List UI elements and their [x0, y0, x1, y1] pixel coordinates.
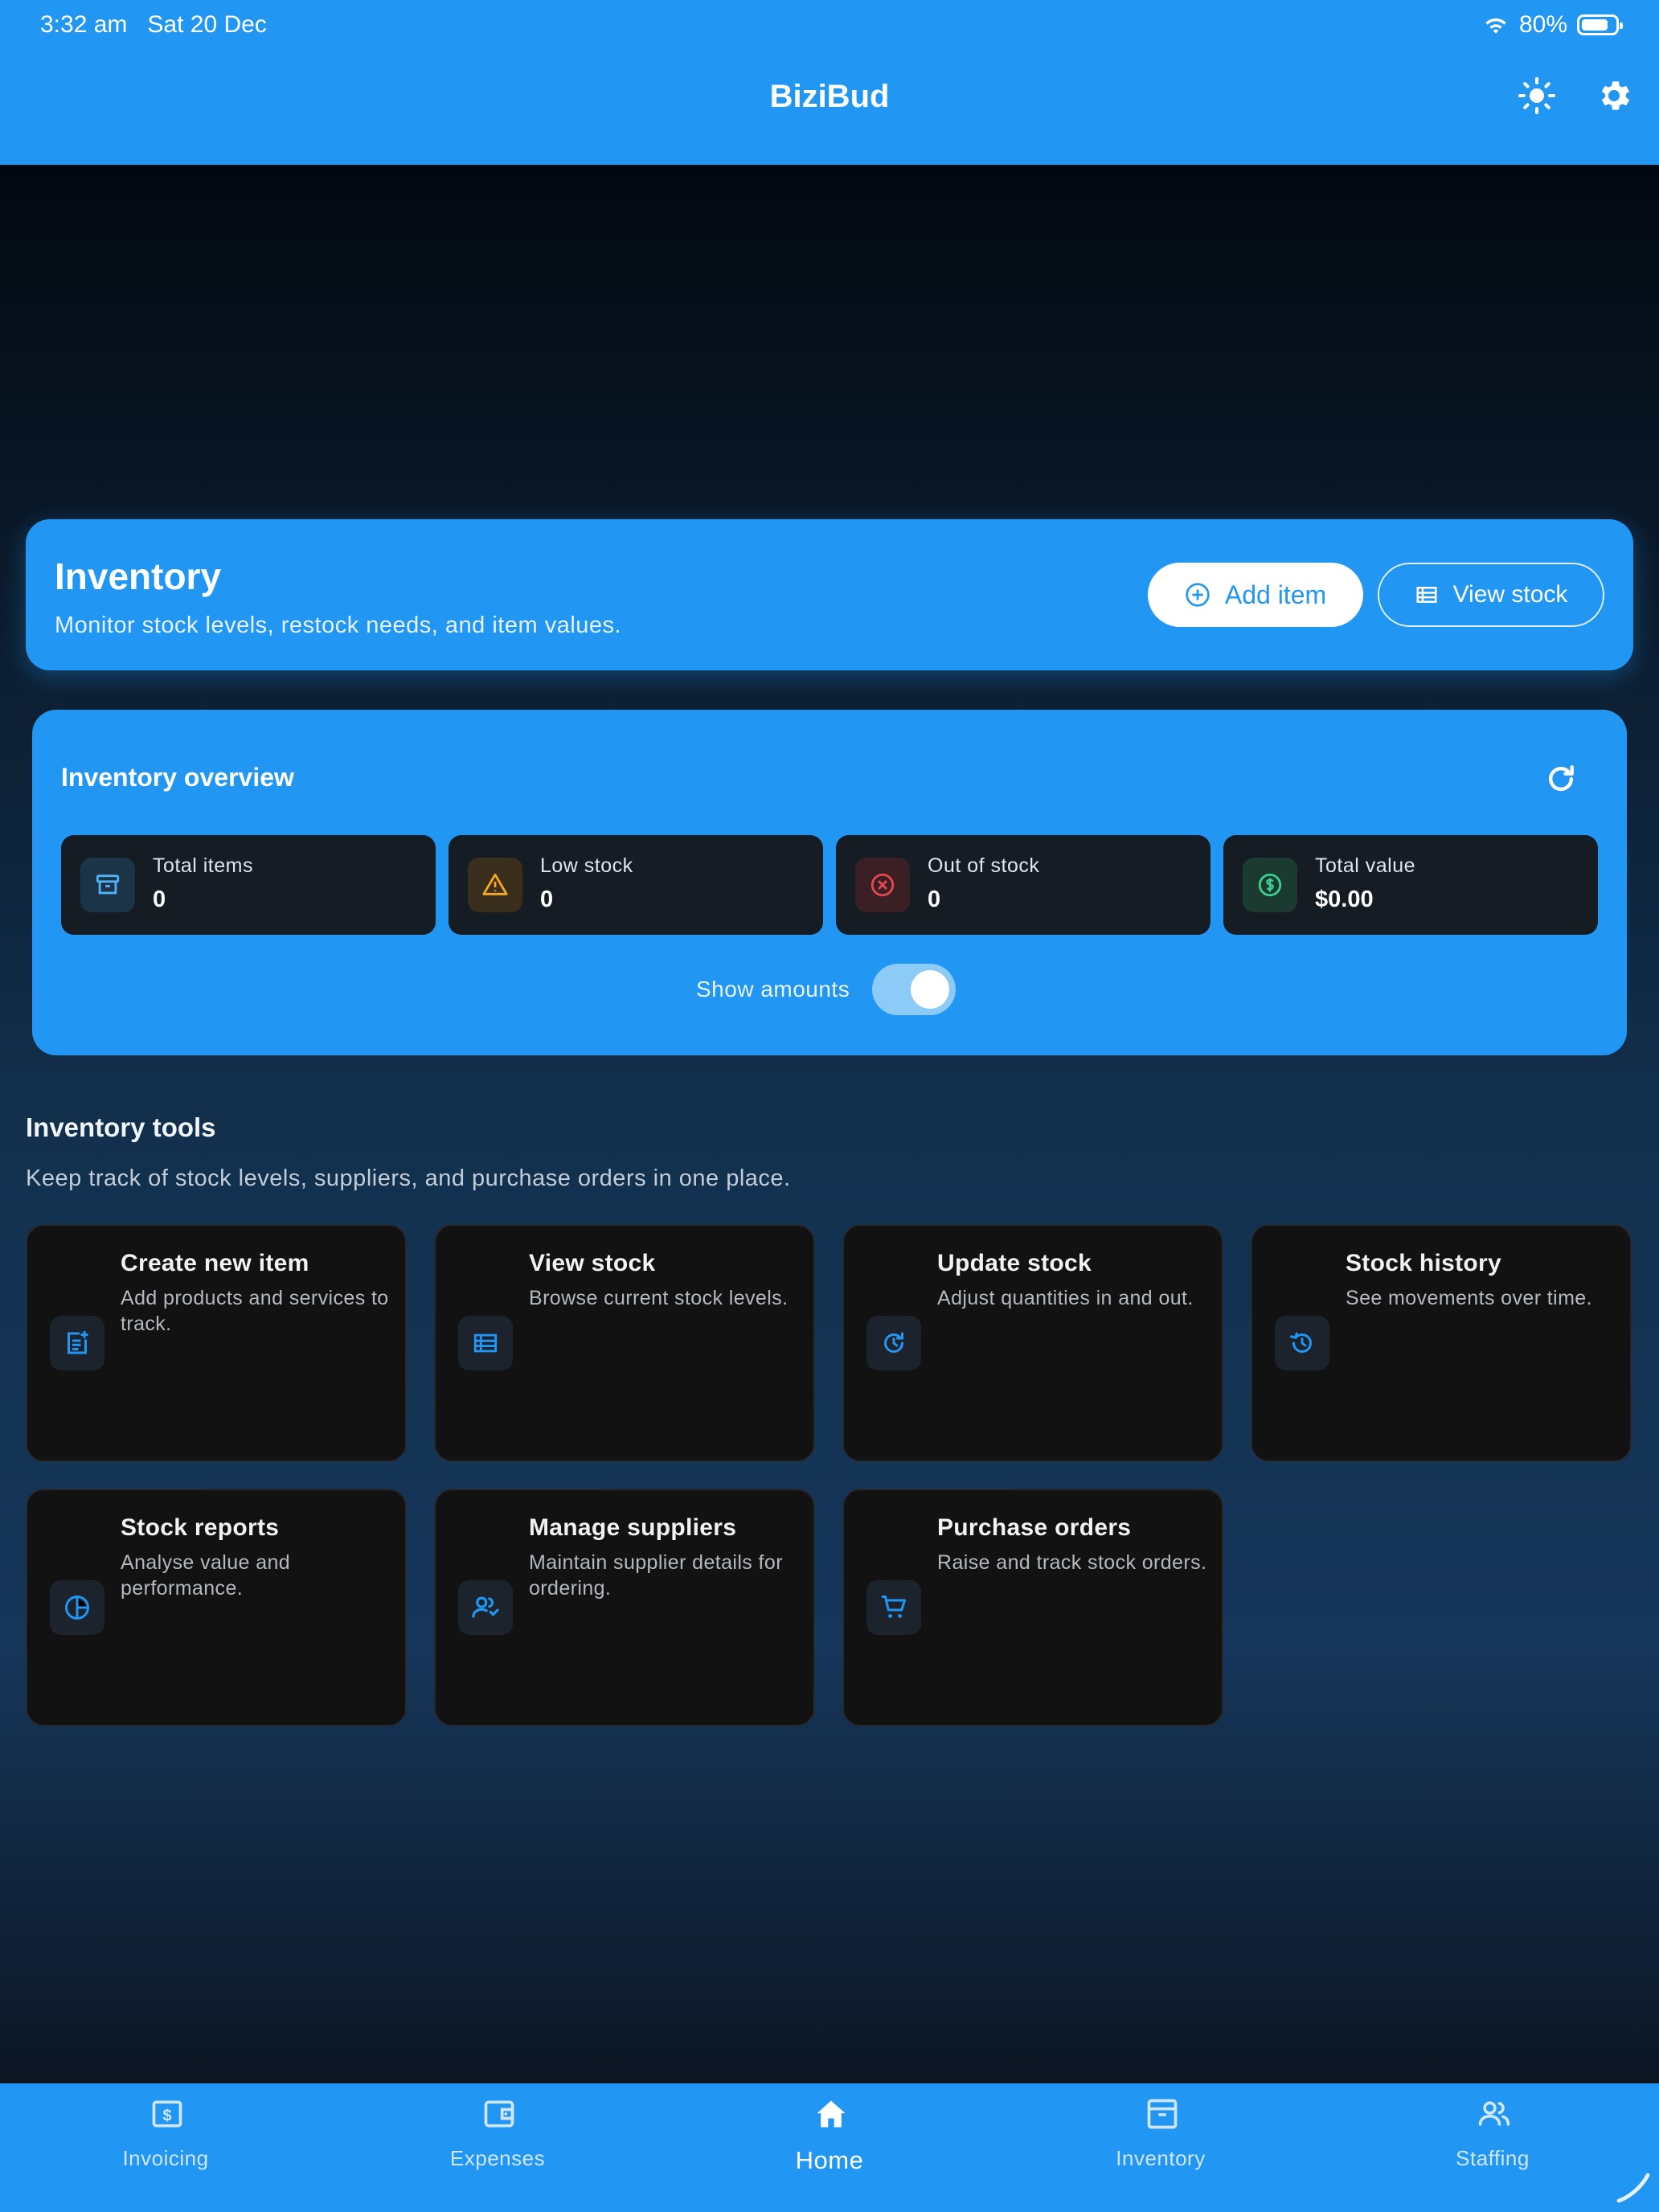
inventory-overview-card: Inventory overview Total items 0 Low sto… [32, 710, 1627, 1055]
page-title: Inventory [55, 555, 222, 597]
stat-total-items: Total items 0 [61, 835, 436, 935]
tool-desc: Browse current stock levels. [529, 1287, 789, 1309]
list-table-icon [1416, 587, 1437, 603]
stat-value: 0 [928, 887, 941, 912]
page-subtitle: Monitor stock levels, restock needs, and… [55, 612, 622, 638]
tool-stock-history[interactable]: Stock history See movements over time. [1251, 1224, 1632, 1462]
nav-label: Inventory [1116, 2146, 1206, 2170]
bottom-navigation: $ Invoicing Expenses Home Inventory Staf… [0, 2083, 1659, 2212]
tool-desc: See movements over time. [1346, 1287, 1592, 1309]
view-stock-label: View stock [1452, 581, 1568, 608]
note-add-icon [50, 1316, 104, 1370]
stat-low-stock: Low stock 0 [449, 835, 823, 935]
archive-icon [80, 858, 135, 912]
tool-desc: Raise and track stock orders. [937, 1551, 1207, 1574]
overview-title: Inventory overview [61, 763, 294, 792]
invoice-icon: $ [152, 2100, 182, 2128]
inventory-hero-card: Inventory Monitor stock levels, restock … [26, 519, 1633, 670]
stat-value: $0.00 [1315, 887, 1374, 912]
wallet-icon [484, 2100, 514, 2128]
stat-label: Total value [1315, 854, 1416, 877]
tool-view-stock[interactable]: View stock Browse current stock levels. [434, 1224, 815, 1462]
tool-update-stock[interactable]: Update stock Adjust quantities in and ou… [842, 1224, 1223, 1462]
view-stock-button[interactable]: View stock [1378, 563, 1604, 627]
tool-title: Update stock [937, 1250, 1092, 1276]
add-item-label: Add item [1224, 580, 1327, 609]
stat-value: 0 [540, 887, 554, 912]
warning-icon [468, 858, 522, 912]
wifi-icon [1485, 18, 1506, 34]
suppliers-icon [458, 1580, 513, 1635]
list-table-icon [458, 1316, 513, 1370]
nav-expenses[interactable]: Expenses [377, 2083, 618, 2212]
tool-manage-suppliers[interactable]: Manage suppliers Maintain supplier detai… [434, 1489, 815, 1727]
nav-label: Invoicing [122, 2146, 209, 2170]
battery-icon [1577, 14, 1623, 35]
nav-label: Home [795, 2146, 864, 2174]
nav-label: Staffing [1456, 2146, 1530, 2170]
stat-out-of-stock: Out of stock 0 [836, 835, 1210, 935]
nav-home[interactable]: Home [709, 2083, 950, 2212]
people-icon [1478, 2101, 1510, 2126]
add-item-button[interactable]: Add item [1148, 563, 1363, 627]
tool-create-new-item[interactable]: Create new item Add products and service… [26, 1224, 407, 1462]
update-icon [866, 1316, 921, 1370]
status-indicators: 80% [1482, 11, 1623, 39]
x-circle-icon [855, 858, 910, 912]
status-time: 3:32 am Sat 20 Dec [40, 11, 267, 39]
tool-title: Stock history [1346, 1250, 1501, 1276]
app-title: BiziBud [769, 79, 890, 114]
tools-title: Inventory tools [26, 1112, 216, 1142]
archive-icon [1147, 2099, 1178, 2129]
nav-inventory[interactable]: Inventory [1040, 2083, 1281, 2212]
pie-chart-icon [50, 1580, 104, 1635]
gear-icon[interactable] [1595, 76, 1633, 115]
show-amounts-label: Show amounts [696, 977, 850, 1002]
home-icon [817, 2100, 846, 2128]
history-icon [1275, 1316, 1329, 1370]
tool-purchase-orders[interactable]: Purchase orders Raise and track stock or… [842, 1489, 1223, 1727]
corner-handle-icon [1616, 2173, 1650, 2203]
nav-invoicing[interactable]: $ Invoicing [45, 2083, 286, 2212]
tool-desc: Maintain supplier details for ordering. [529, 1551, 783, 1600]
status-date: Sat 20 Dec [147, 11, 267, 38]
plus-circle-icon [1186, 583, 1210, 607]
top-app-bar: 3:32 am Sat 20 Dec 80% BiziBud [0, 0, 1659, 165]
tool-stock-reports[interactable]: Stock reports Analyse value and performa… [26, 1489, 407, 1727]
svg-text:$: $ [162, 2107, 171, 2124]
dollar-circle-icon [1243, 858, 1297, 912]
battery-percent: 80% [1518, 11, 1567, 38]
stat-value: 0 [153, 887, 166, 912]
cart-icon [866, 1580, 921, 1635]
tool-title: Purchase orders [937, 1514, 1132, 1541]
stat-label: Out of stock [928, 854, 1040, 877]
tool-desc: Analyse value and performance. [121, 1551, 291, 1600]
tool-title: Manage suppliers [529, 1514, 737, 1541]
stat-label: Total items [153, 854, 253, 877]
tool-title: View stock [529, 1250, 656, 1276]
nav-label: Expenses [449, 2146, 546, 2170]
show-amounts-toggle[interactable] [872, 964, 956, 1015]
tool-desc: Add products and services to track. [121, 1287, 389, 1335]
tool-desc: Adjust quantities in and out. [937, 1287, 1194, 1309]
brightness-icon[interactable] [1518, 76, 1556, 115]
toggle-knob [911, 970, 949, 1009]
stat-label: Low stock [540, 854, 633, 877]
status-clock: 3:32 am [40, 11, 128, 38]
tool-title: Stock reports [121, 1514, 280, 1541]
tool-title: Create new item [121, 1250, 309, 1276]
nav-staffing[interactable]: Staffing [1372, 2083, 1613, 2212]
refresh-icon[interactable] [1543, 761, 1579, 797]
stat-total-value: Total value $0.00 [1223, 835, 1598, 935]
tools-subtitle: Keep track of stock levels, suppliers, a… [26, 1165, 791, 1191]
